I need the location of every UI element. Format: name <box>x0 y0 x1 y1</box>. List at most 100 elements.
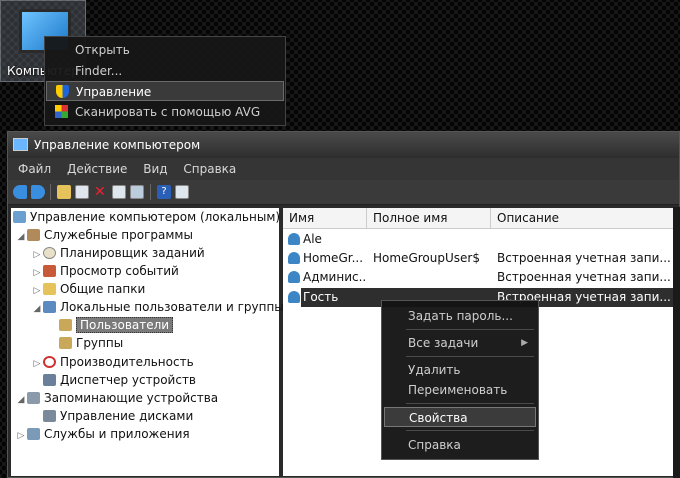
tree-node-label: Диспетчер устройств <box>60 373 197 387</box>
tree-node-label: Локальные пользователи и группы <box>60 300 284 314</box>
back-icon[interactable] <box>13 185 27 199</box>
toolbar-separator <box>50 184 51 200</box>
cell-name: Админис... <box>303 270 365 284</box>
table-row[interactable]: HomeGr... HomeGroupUser$ Встроенная учет… <box>283 249 679 268</box>
tree-node-event-viewer[interactable]: ▷ Просмотр событий <box>31 262 179 280</box>
collapse-arrow-icon[interactable]: ◢ <box>15 228 27 246</box>
tree-node-label: Пользователи <box>76 317 174 333</box>
disk-icon <box>43 410 56 422</box>
computer-management-window: Управление компьютером Файл Действие Вид… <box>7 131 680 478</box>
properties-icon[interactable] <box>112 185 126 199</box>
expand-arrow-icon[interactable]: ▷ <box>31 355 43 373</box>
menu-divider <box>406 356 534 357</box>
toolbar: ✕ ? <box>8 180 679 205</box>
menu-file[interactable]: Файл <box>18 162 51 176</box>
tree-node-label: Управление дисками <box>60 409 194 423</box>
submenu-arrow-icon: ▶ <box>521 338 528 348</box>
tree-node-root[interactable]: Управление компьютером (локальным) <box>13 208 280 226</box>
tree-node-device-manager[interactable]: Диспетчер устройств <box>43 371 196 389</box>
cell-description: Встроенная учетная запи... <box>497 251 671 265</box>
computer-icon <box>13 211 26 223</box>
menu-item-avg-scan[interactable]: Сканировать с помощью AVG <box>46 102 284 122</box>
user-icon <box>288 271 300 283</box>
collapse-arrow-icon[interactable]: ◢ <box>15 391 27 409</box>
tree-node-label: Управление компьютером (локальным) <box>30 210 281 224</box>
avg-icon <box>55 105 68 118</box>
services-icon <box>27 428 40 440</box>
menu-item-label: Переименовать <box>408 383 508 397</box>
cell-description: Встроенная учетная запи... <box>497 270 671 284</box>
window-edge <box>673 207 680 478</box>
menu-item-all-tasks[interactable]: Все задачи ▶ <box>384 333 536 353</box>
tree-node-label: Производительность <box>60 355 194 369</box>
menu-item-label: Задать пароль... <box>408 309 513 323</box>
menu-item-open[interactable]: Открыть <box>46 40 284 60</box>
storage-icon <box>27 392 40 404</box>
tree-node-label: Служебные программы <box>44 228 193 242</box>
column-header-name[interactable]: Имя <box>283 208 367 228</box>
shield-icon <box>56 85 69 98</box>
tree-node-groups[interactable]: Группы <box>59 334 123 352</box>
menu-item-properties[interactable]: Свойства <box>384 407 536 427</box>
device-manager-icon <box>43 374 56 386</box>
menu-help[interactable]: Справка <box>183 162 236 176</box>
table-row[interactable]: Админис... Встроенная учетная запи... <box>283 268 679 287</box>
tree-node-label: Просмотр событий <box>60 264 179 278</box>
user-icon <box>288 233 300 245</box>
delete-icon[interactable]: ✕ <box>94 185 108 199</box>
menu-item-label: Удалить <box>408 363 461 377</box>
window-title: Управление компьютером <box>34 138 201 152</box>
help-icon[interactable]: ? <box>157 185 171 199</box>
forward-icon[interactable] <box>31 185 45 199</box>
menu-item-manage[interactable]: Управление <box>46 81 284 101</box>
menu-item-label: Управление <box>76 85 152 99</box>
menu-item-delete[interactable]: Удалить <box>384 360 536 380</box>
table-row[interactable]: Ale <box>283 230 679 249</box>
folder-icon <box>59 337 72 349</box>
console-tree: Управление компьютером (локальным) ◢ Служ… <box>11 208 284 476</box>
tree-node-task-scheduler[interactable]: ▷ Планировщик заданий <box>31 244 205 262</box>
tree-node-services-apps[interactable]: ▷ Службы и приложения <box>15 425 190 443</box>
users-icon <box>43 301 56 313</box>
menu-item-finder[interactable]: Finder... <box>46 61 284 81</box>
menu-action[interactable]: Действие <box>67 162 127 176</box>
menu-bar: Файл Действие Вид Справка <box>8 158 679 180</box>
tree-node-local-users-groups[interactable]: ◢ Локальные пользователи и группы <box>31 298 284 316</box>
tree-node-shared-folders[interactable]: ▷ Общие папки <box>31 280 146 298</box>
view-icon[interactable] <box>175 185 189 199</box>
tree-node-label: Службы и приложения <box>44 427 190 441</box>
menu-item-rename[interactable]: Переименовать <box>384 380 536 400</box>
menu-view[interactable]: Вид <box>143 162 167 176</box>
menu-item-help[interactable]: Справка <box>384 435 536 455</box>
collapse-arrow-icon[interactable]: ◢ <box>31 300 43 318</box>
tree-node-storage[interactable]: ◢ Запоминающие устройства <box>15 389 219 409</box>
user-context-menu: Задать пароль... Все задачи ▶ Удалить Пер… <box>381 300 539 460</box>
performance-icon <box>43 356 56 368</box>
clock-icon <box>43 247 56 259</box>
tree-node-label: Планировщик заданий <box>60 246 205 260</box>
tree-node-performance[interactable]: ▷ Производительность <box>31 353 194 371</box>
title-bar[interactable]: Управление компьютером <box>8 132 679 158</box>
cell-name: HomeGr... <box>303 251 364 265</box>
list-header: Имя Полное имя Описание <box>283 208 679 229</box>
menu-item-label: Открыть <box>75 43 130 57</box>
menu-item-set-password[interactable]: Задать пароль... <box>384 306 536 326</box>
tree-node-disk-management[interactable]: Управление дисками <box>43 407 193 425</box>
expand-arrow-icon[interactable]: ▷ <box>15 427 27 445</box>
column-header-description[interactable]: Описание <box>491 208 679 228</box>
tree-node-label: Группы <box>76 336 124 350</box>
tools-icon <box>27 229 40 241</box>
toolbar-separator <box>150 184 151 200</box>
tree-node-label: Запоминающие устройства <box>44 391 219 405</box>
up-folder-icon[interactable] <box>57 185 71 199</box>
event-viewer-icon <box>43 265 56 277</box>
column-header-full-name[interactable]: Полное имя <box>367 208 491 228</box>
menu-divider <box>406 403 534 404</box>
desktop-context-menu: Открыть Finder... Управление Сканировать… <box>44 36 286 126</box>
show-tree-icon[interactable] <box>75 185 89 199</box>
export-list-icon[interactable] <box>130 185 144 199</box>
tree-node-system-tools[interactable]: ◢ Служебные программы <box>15 226 193 244</box>
cell-name: Ale <box>303 232 322 246</box>
tree-node-users[interactable]: Пользователи <box>59 316 174 334</box>
menu-divider <box>406 329 534 330</box>
